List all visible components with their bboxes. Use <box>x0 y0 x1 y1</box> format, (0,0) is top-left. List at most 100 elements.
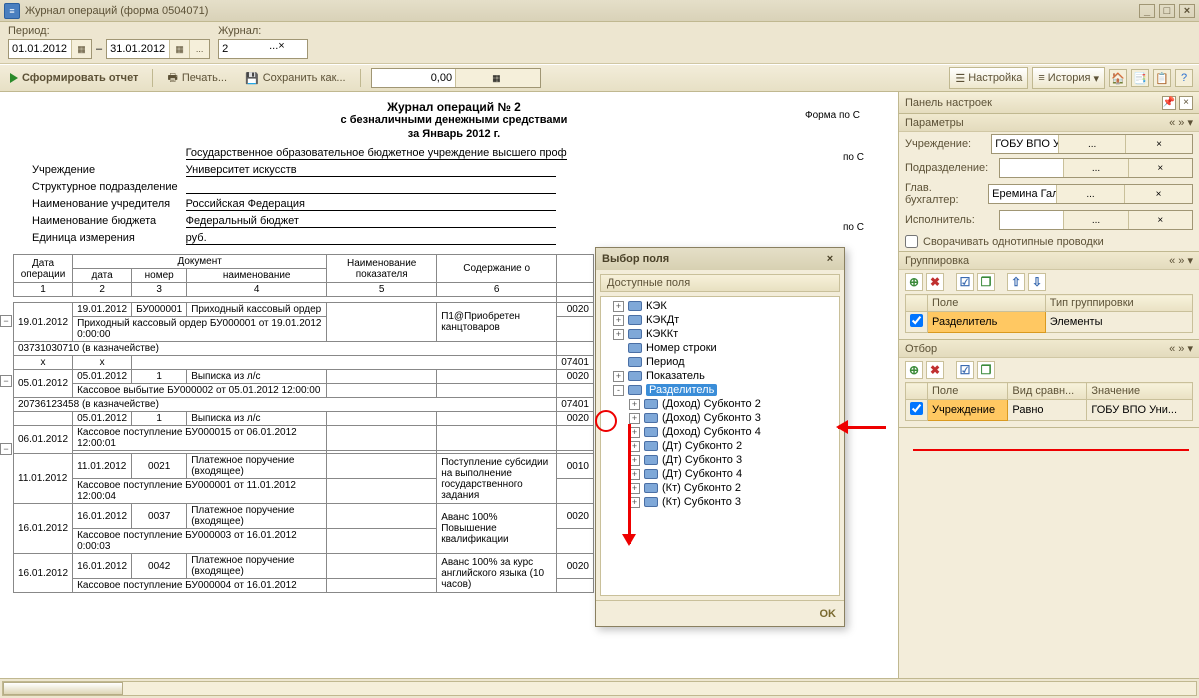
tree-node[interactable]: +(Кт) Субконто 2 <box>601 481 839 495</box>
tree-node[interactable]: +(Доход) Субконто 3 <box>601 411 839 425</box>
table-group-row: 20736123458 (в казначействе)07401 <box>14 398 594 412</box>
close-button[interactable]: × <box>1179 4 1195 18</box>
param-glavbuh[interactable]: Еремина Галина Александровн...× <box>988 184 1193 204</box>
calendar-icon[interactable]: ▦ <box>71 40 91 58</box>
tree-node[interactable]: +(Доход) Субконто 4 <box>601 425 839 439</box>
dialog-close-button[interactable]: × <box>822 251 838 267</box>
calendar-icon[interactable]: ▦ <box>169 40 189 58</box>
save-as-button[interactable]: 💾 Сохранить как... <box>241 72 350 85</box>
tree-node[interactable]: Период <box>601 355 839 369</box>
print-button[interactable]: 🖶 Печать... <box>163 69 231 88</box>
tree-node[interactable]: +Показатель <box>601 369 839 383</box>
grouping-row: РазделительЭлементы <box>906 312 1193 333</box>
report-table: Дата операции Документ Наименование пока… <box>13 254 594 593</box>
dialog-ok-button[interactable]: OK <box>820 608 837 620</box>
field-chooser-dialog: Выбор поля× Доступные поля +КЭК+КЭКДт+КЭ… <box>595 247 845 627</box>
collapse-checkbox[interactable] <box>905 235 918 248</box>
param-ispolnitel[interactable]: ...× <box>999 210 1193 230</box>
check-all-filter-button[interactable]: ☑ <box>956 361 974 379</box>
table-row: 06.01.2012Кассовое поступление БУ000015 … <box>14 426 594 451</box>
table-group-row: 03731030710 (в казначействе) <box>14 342 594 356</box>
section-filter[interactable]: Отбор« » ▾ <box>899 340 1199 358</box>
table-row: 16.01.2012 16.01.20120042Платежное поруч… <box>14 554 594 579</box>
window-title: Журнал операций (форма 0504071) <box>25 5 208 17</box>
tree-node[interactable]: +(Кт) Субконто 3 <box>601 495 839 509</box>
close-panel-icon[interactable]: × <box>1179 96 1193 110</box>
command-bar: Сформировать отчет 🖶 Печать... 💾 Сохрани… <box>0 64 1199 92</box>
filter-row: УчреждениеРавноГОБУ ВПО Уни... <box>906 400 1193 421</box>
tree-node[interactable]: -Разделитель <box>601 383 839 397</box>
table-row: 05.01.2012 05.01.20121Выписка из л/с0020 <box>14 370 594 384</box>
remove-filter-button[interactable]: ✖ <box>926 361 944 379</box>
settings-header: Панель настроек 📌 × <box>899 92 1199 114</box>
horizontal-scrollbar[interactable] <box>2 681 1197 696</box>
report-title: Журнал операций № 2 <box>10 100 898 114</box>
remove-button[interactable]: ✖ <box>926 273 944 291</box>
check-all-button[interactable]: ☑ <box>956 273 974 291</box>
collapse-toggle[interactable]: − <box>0 315 12 327</box>
tree-node[interactable]: Номер строки <box>601 341 839 355</box>
report-subtitle: с безналичными денежными средствами <box>10 114 898 126</box>
tree-node[interactable]: +(Дт) Субконто 3 <box>601 453 839 467</box>
copy-filter-button[interactable]: ❐ <box>977 361 995 379</box>
play-icon <box>10 73 18 83</box>
section-grouping[interactable]: Группировка« » ▾ <box>899 252 1199 270</box>
table-row: 19.01.2012 19.01.2012БУ000001Приходный к… <box>14 303 594 317</box>
period-from[interactable]: ▦ <box>8 39 92 59</box>
param-uchrezhdenie[interactable]: ГОБУ ВПО Университет искусс...× <box>991 134 1193 154</box>
add-button[interactable]: ⊕ <box>905 273 923 291</box>
report-period: за Январь 2012 г. <box>10 128 898 140</box>
period-to-input[interactable] <box>107 40 169 58</box>
journal-field[interactable]: ... × <box>218 39 308 59</box>
tool-icon-3[interactable]: 📋 <box>1153 69 1171 87</box>
tree-node[interactable]: +(Доход) Субконто 2 <box>601 397 839 411</box>
by-label-1: по С <box>843 152 864 163</box>
move-down-button[interactable]: ⇩ <box>1028 273 1046 291</box>
sum-field: 0,00▦ <box>371 68 541 88</box>
journal-label: Журнал: <box>218 25 308 37</box>
tree-node[interactable]: +КЭКДт <box>601 313 839 327</box>
period-from-input[interactable] <box>9 40 71 58</box>
tool-icon-1[interactable]: 🏠 <box>1109 69 1127 87</box>
dialog-title-bar[interactable]: Выбор поля× <box>596 248 844 270</box>
journal-input[interactable] <box>219 40 269 58</box>
config-button[interactable]: ☰ Настройка <box>949 67 1028 89</box>
minimize-button[interactable]: _ <box>1139 4 1155 18</box>
copy-button[interactable]: ❐ <box>977 273 995 291</box>
title-bar: ≡ Журнал операций (форма 0504071) _ □ × <box>0 0 1199 22</box>
available-fields-header: Доступные поля <box>600 274 840 292</box>
tree-node[interactable]: +(Дт) Субконто 4 <box>601 467 839 481</box>
filter-table[interactable]: ПолеВид сравн...Значение УчреждениеРавно… <box>905 382 1193 421</box>
by-label-2: по С <box>843 222 864 233</box>
status-bar <box>0 678 1199 698</box>
param-podrazdelenie[interactable]: ...× <box>999 158 1193 178</box>
form-report-button[interactable]: Сформировать отчет <box>6 72 142 84</box>
add-filter-button[interactable]: ⊕ <box>905 361 923 379</box>
grouping-table[interactable]: ПолеТип группировки РазделительЭлементы <box>905 294 1193 333</box>
section-parameters[interactable]: Параметры« » ▾ <box>899 114 1199 132</box>
calc-icon[interactable]: ▦ <box>455 69 540 87</box>
report-meta: Государственное образовательное бюджетно… <box>30 144 575 248</box>
collapse-toggle[interactable]: − <box>0 443 12 455</box>
pin-icon[interactable]: 📌 <box>1162 96 1176 110</box>
collapse-toggle[interactable]: − <box>0 375 12 387</box>
period-to[interactable]: ▦... <box>106 39 210 59</box>
history-button[interactable]: ≡ История ▾ <box>1032 67 1105 89</box>
maximize-button[interactable]: □ <box>1159 4 1175 18</box>
journal-more-button[interactable]: ... <box>269 40 278 58</box>
move-up-button[interactable]: ⇧ <box>1007 273 1025 291</box>
tool-icon-2[interactable]: 📑 <box>1131 69 1149 87</box>
period-bar: Период: ▦ – ▦... Журнал: ... × <box>0 22 1199 64</box>
settings-panel: Панель настроек 📌 × Параметры« » ▾ Учреж… <box>899 92 1199 678</box>
tree-node[interactable]: +КЭККт <box>601 327 839 341</box>
field-tree[interactable]: +КЭК+КЭКДт+КЭККтНомер строкиПериод+Показ… <box>600 296 840 596</box>
journal-clear-button[interactable]: × <box>278 40 284 58</box>
table-row: 16.01.2012 16.01.20120037Платежное поруч… <box>14 504 594 529</box>
app-icon: ≡ <box>4 3 20 19</box>
period-label: Период: <box>8 25 210 37</box>
help-icon[interactable]: ? <box>1175 69 1193 87</box>
tree-node[interactable]: +КЭК <box>601 299 839 313</box>
form-label: Форма по С <box>805 110 860 121</box>
tree-node[interactable]: +(Дт) Субконто 2 <box>601 439 839 453</box>
period-more-button[interactable]: ... <box>189 40 209 58</box>
